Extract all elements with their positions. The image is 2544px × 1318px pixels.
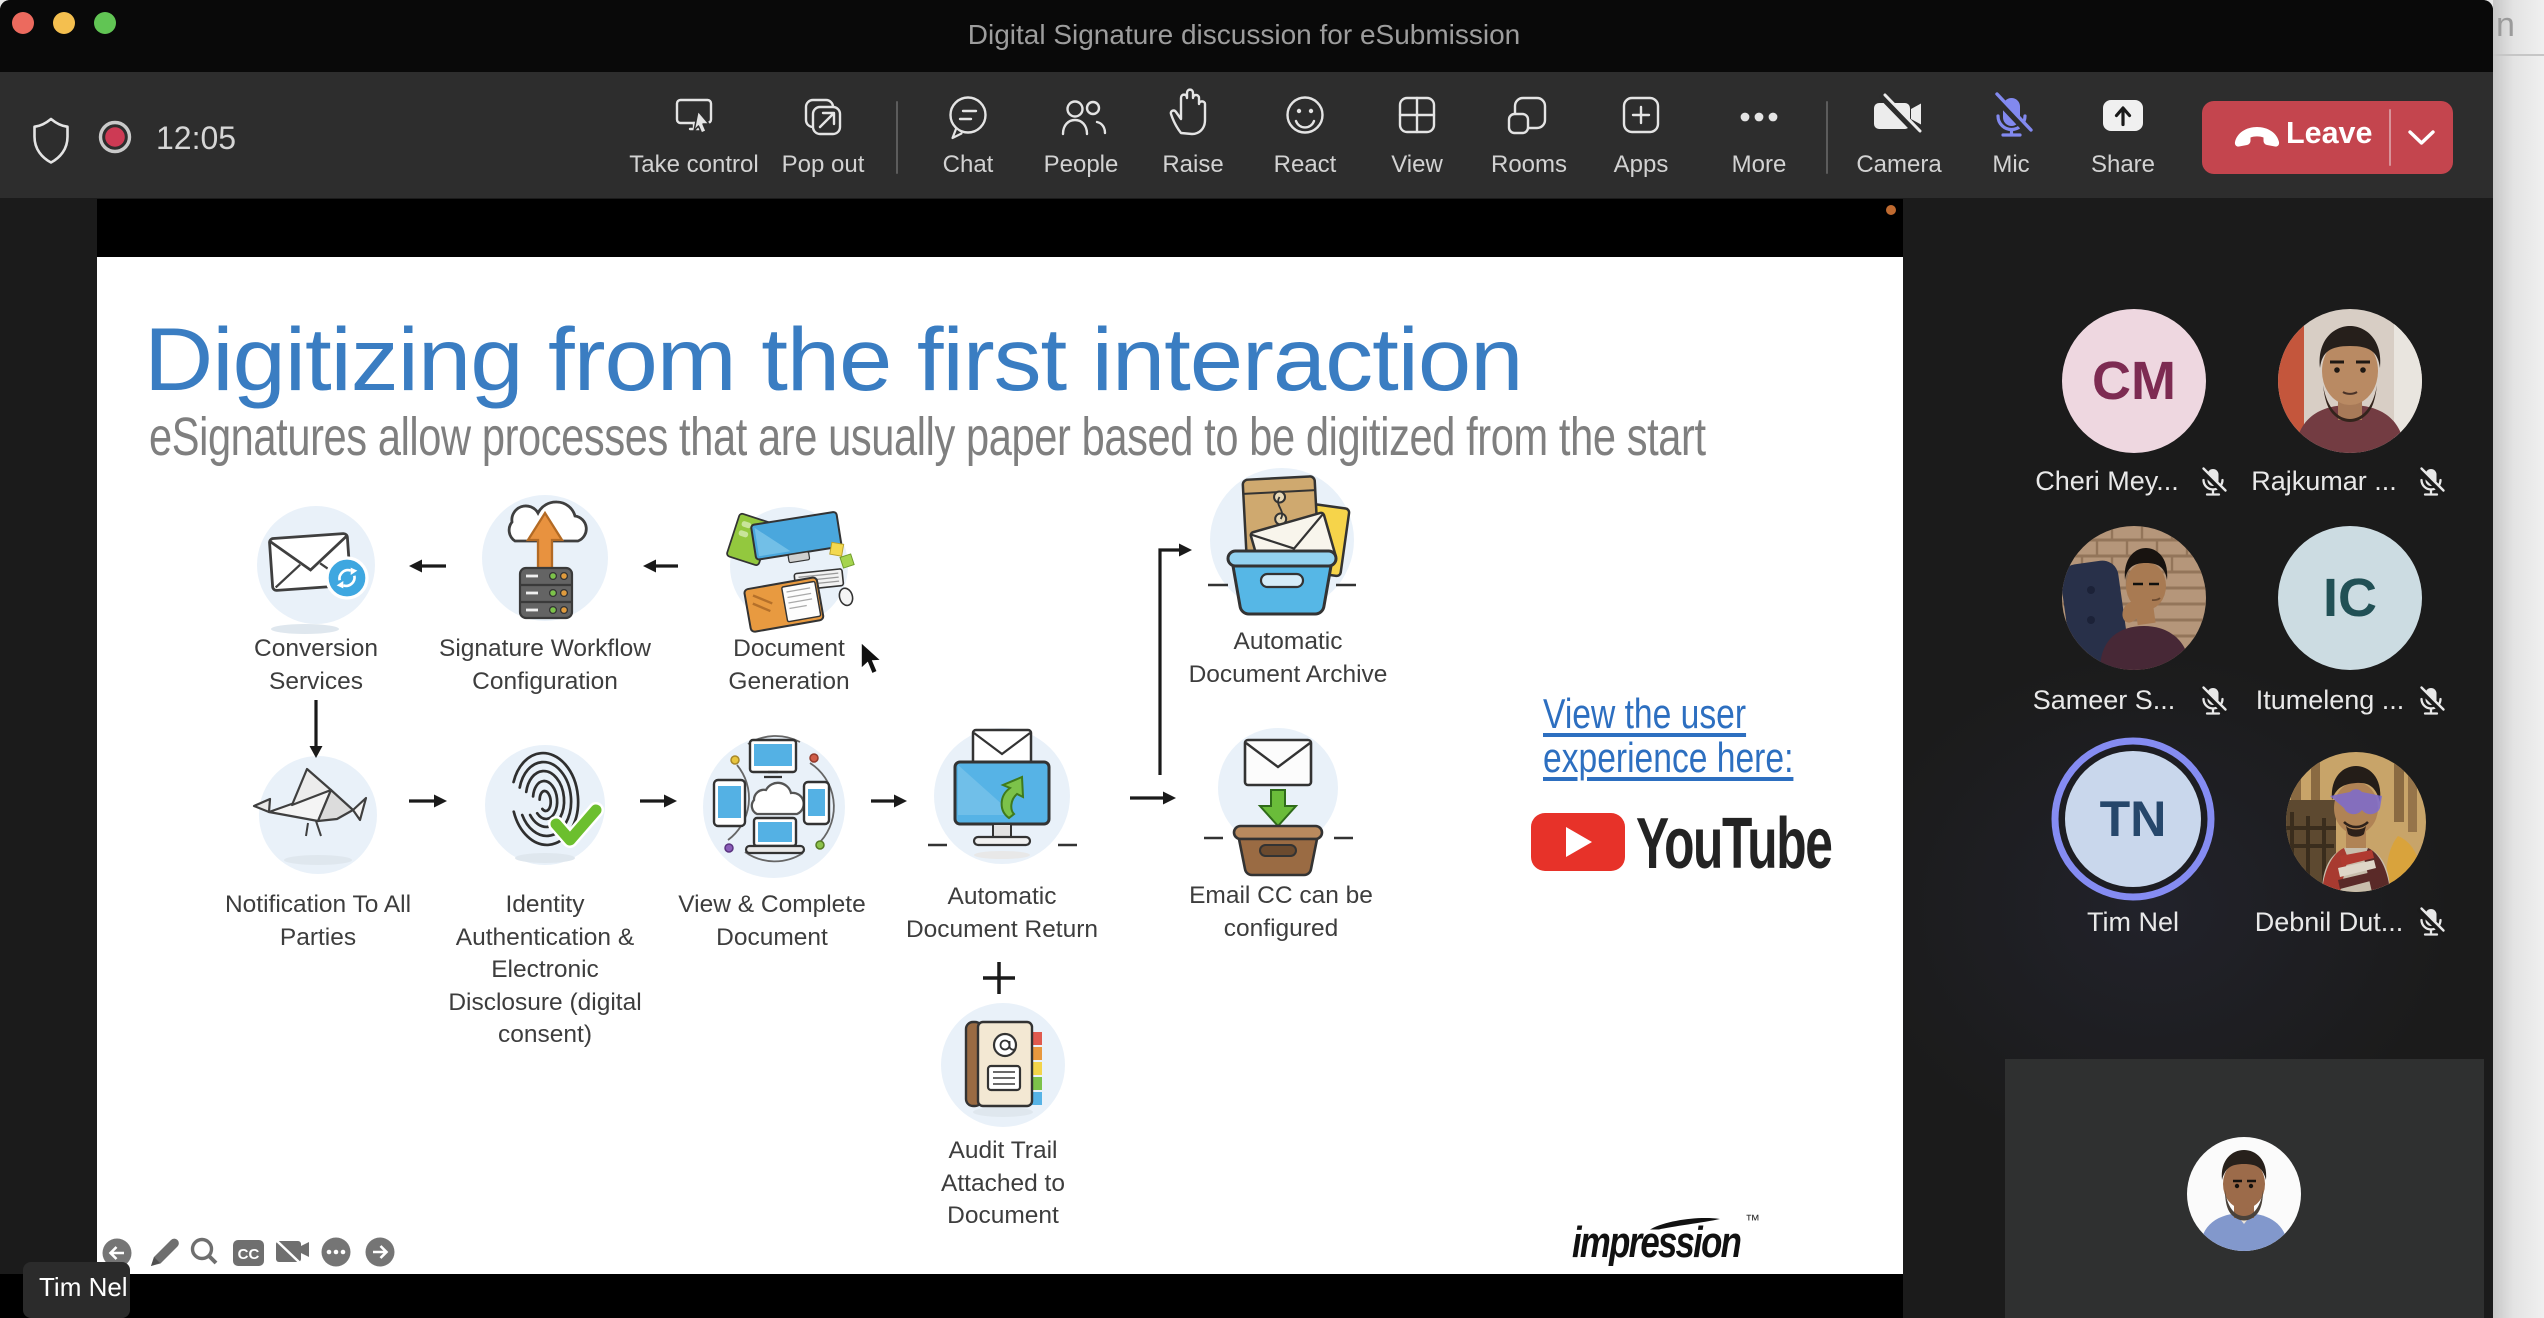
svg-text:CC: CC: [238, 1246, 260, 1263]
